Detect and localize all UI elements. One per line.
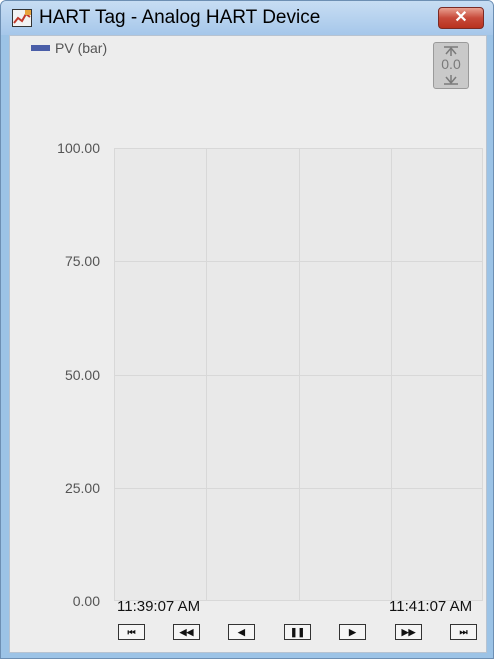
zoom-fit-button[interactable]: 0.0 (433, 42, 469, 89)
skip-to-end-icon: ⏭ (459, 627, 468, 637)
y-tick-label: 50.00 (64, 367, 100, 383)
pause-icon: ❚❚ (289, 627, 306, 637)
last-button[interactable]: ⏭ (450, 624, 477, 640)
fast-forward-icon: ▶▶ (401, 627, 416, 637)
first-button[interactable]: ⏮ (118, 624, 145, 640)
legend-swatch (31, 45, 50, 51)
chart-app-icon (12, 9, 32, 27)
y-tick-label: 0.00 (72, 593, 100, 609)
forward-button[interactable]: ▶ (339, 624, 366, 640)
zoom-value: 0.0 (441, 56, 461, 72)
y-tick-label: 25.00 (64, 480, 100, 496)
y-tick-label: 75.00 (64, 253, 100, 269)
fast-rewind-icon: ◀◀ (179, 627, 194, 637)
fast-back-button[interactable]: ◀◀ (173, 624, 200, 640)
step-forward-icon: ▶ (349, 627, 356, 637)
x-tick-label: 11:41:07 AM (389, 598, 473, 615)
x-tick-label: 11:39:07 AM (117, 598, 201, 615)
skip-to-start-icon: ⏮ (127, 627, 136, 637)
fast-forward-button[interactable]: ▶▶ (395, 624, 422, 640)
window-title: HART Tag - Analog HART Device (39, 7, 321, 28)
back-button[interactable]: ◀ (228, 624, 255, 640)
title-bar[interactable]: HART Tag - Analog HART Device ✕ (1, 1, 493, 35)
close-button[interactable]: ✕ (438, 7, 484, 29)
y-tick-label: 100.00 (57, 140, 100, 156)
step-back-icon: ◀ (238, 627, 245, 637)
trend-window: HART Tag - Analog HART Device ✕ PV (bar)… (0, 0, 494, 659)
chart-area: PV (bar) 0.0 100.00 75.00 50.00 25.00 0.00 1… (9, 35, 487, 653)
pause-button[interactable]: ❚❚ (284, 624, 311, 640)
legend-label: PV (bar) (55, 40, 108, 56)
close-icon: ✕ (454, 9, 468, 26)
plot-area[interactable] (114, 148, 483, 601)
